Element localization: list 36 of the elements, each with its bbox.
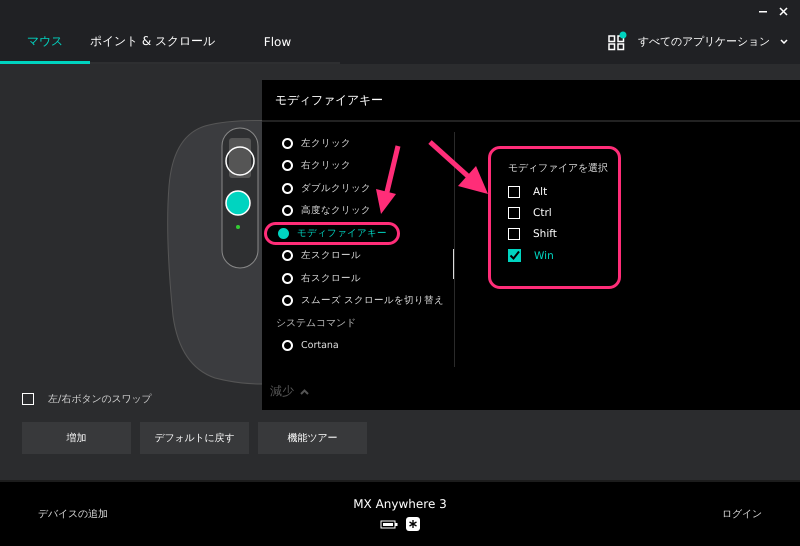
checkbox-label: 左/右ボタンのスワップ — [48, 392, 152, 406]
checkbox-label: Shift — [533, 228, 557, 240]
panel-title: モディファイアキー — [262, 80, 800, 122]
section-heading: システムコマンド — [275, 317, 357, 331]
checkbox-label: Ctrl — [533, 207, 552, 219]
checkbox[interactable] — [22, 393, 34, 405]
battery-icon — [380, 520, 398, 528]
checkbox-label: Alt — [533, 186, 548, 198]
chevron-up-icon — [300, 388, 309, 394]
login-link[interactable]: ログイン — [722, 507, 762, 521]
action-button[interactable]: 機能ツアー — [258, 422, 367, 454]
action-button[interactable]: デフォルトに戻す — [140, 422, 249, 454]
group-title: モディファイアを選択 — [508, 162, 609, 175]
checkbox[interactable] — [508, 228, 520, 240]
minimize-icon[interactable] — [759, 10, 767, 12]
action-option[interactable]: 右スクロール — [268, 267, 374, 290]
checkbox[interactable] — [508, 249, 521, 262]
add-device-link[interactable]: デバイスの追加 — [38, 507, 108, 521]
device-name: MX Anywhere 3 — [353, 497, 447, 511]
checkbox[interactable] — [508, 186, 520, 198]
chevron-down-icon — [780, 38, 788, 44]
action-option[interactable]: 左クリック — [268, 132, 364, 154]
close-icon[interactable] — [779, 6, 788, 16]
action-option[interactable]: 右クリック — [268, 154, 364, 177]
action-button[interactable]: 増加 — [22, 422, 131, 454]
app-selector[interactable]: すべてのアプリケーション — [608, 22, 800, 64]
receiver-icon — [406, 517, 420, 531]
arrow-drawing — [376, 145, 400, 214]
checkbox-label: Win — [534, 250, 554, 262]
tab[interactable]: ポイント & スクロール — [90, 22, 215, 64]
checkbox[interactable] — [508, 207, 520, 219]
tab[interactable]: Flow — [215, 22, 340, 64]
action-option[interactable]: スムーズ スクロールを切り替え — [268, 290, 454, 312]
action-option[interactable]: Cortana — [268, 334, 352, 356]
action-option[interactable]: 左スクロール — [268, 244, 374, 267]
action-option[interactable]: モディファイアキー — [264, 222, 400, 244]
